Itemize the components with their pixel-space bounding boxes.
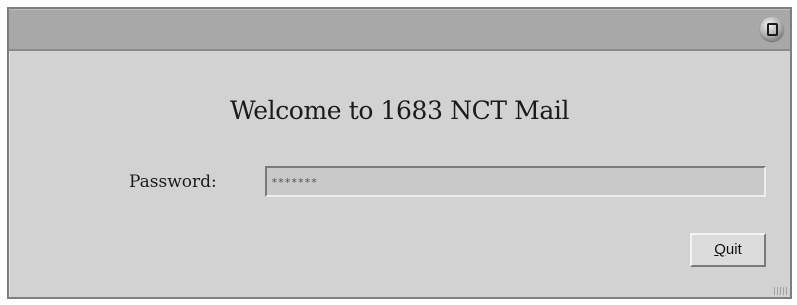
- resize-grip[interactable]: [774, 287, 788, 295]
- welcome-heading: Welcome to 1683 NCT Mail: [229, 96, 570, 125]
- quit-mnemonic: Q: [714, 241, 726, 258]
- quit-button[interactable]: Quit: [690, 233, 766, 267]
- window-titlebar[interactable]: [9, 9, 790, 51]
- login-window: Welcome to 1683 NCT Mail Password: Quit: [7, 7, 792, 299]
- close-icon: [767, 23, 778, 36]
- password-label: Password:: [129, 172, 217, 192]
- password-field[interactable]: [265, 166, 766, 197]
- close-button[interactable]: [760, 17, 784, 41]
- quit-label-rest: uit: [725, 241, 742, 258]
